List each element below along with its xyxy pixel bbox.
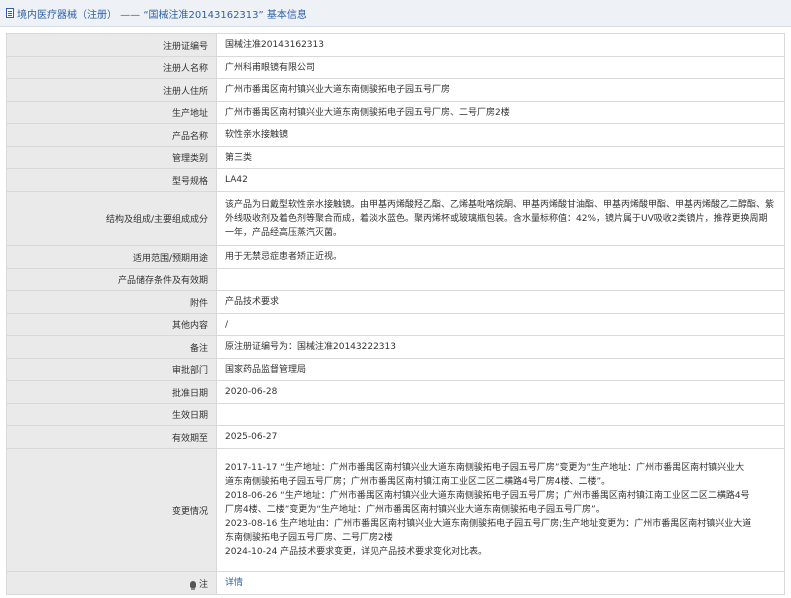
note-label: 注: [198, 579, 208, 590]
field-value: 广州科甫眼镜有限公司: [216, 56, 785, 79]
field-value: 2025-06-27: [216, 425, 785, 449]
field-label: 产品储存条件及有效期: [6, 268, 217, 291]
table-row: 审批部门 国家药品监督管理局: [6, 358, 785, 381]
field-value: [216, 403, 785, 426]
table-row: 产品储存条件及有效期: [6, 268, 785, 291]
field-value: [216, 268, 785, 291]
field-label: 生效日期: [6, 403, 217, 426]
field-label: 备注: [6, 335, 217, 359]
change-line: 2024-10-24 产品技术要求变更，详见产品技术要求变化对比表。: [225, 547, 488, 557]
table-row: 其他内容 /: [6, 313, 785, 336]
table-row: 注册人名称 广州科甫眼镜有限公司: [6, 56, 785, 79]
note-label-cell: 注: [6, 571, 217, 595]
changes-history: 2017-11-17 “生产地址：广州市番禺区南村镇兴业大道东南侧骏拓电子园五号…: [216, 448, 785, 572]
table-row: 注册人住所 广州市番禺区南村镇兴业大道东南侧骏拓电子园五号厂房: [6, 78, 785, 102]
field-label: 附件: [6, 290, 217, 314]
field-label: 审批部门: [6, 358, 217, 381]
field-label: 注册人名称: [6, 56, 217, 79]
field-value: 产品技术要求: [216, 290, 785, 314]
field-label: 型号规格: [6, 168, 217, 192]
lightbulb-icon: [189, 580, 196, 590]
table-row: 有效期至 2025-06-27: [6, 425, 785, 449]
field-value: LA42: [216, 168, 785, 192]
info-table: 注册证编号 国械注准20143162313 注册人名称 广州科甫眼镜有限公司 注册人住所…: [6, 33, 785, 595]
field-label: 生产地址: [6, 101, 217, 124]
field-value: 广州市番禺区南村镇兴业大道东南侧骏拓电子园五号厂房、二号厂房2楼: [216, 101, 785, 124]
details-link[interactable]: 详情: [225, 578, 243, 588]
table-row: 型号规格 LA42: [6, 168, 785, 192]
note-row: 注 详情: [6, 571, 785, 595]
page-title: 境内医疗器械（注册） —— “国械注准20143162313” 基本信息: [17, 9, 307, 21]
field-label: 管理类别: [6, 146, 217, 169]
field-label: 有效期至: [6, 425, 217, 449]
field-label: 适用范围/预期用途: [6, 245, 217, 269]
change-line: 东南侧骏拓电子园五号厂房、二号厂房2楼: [225, 533, 393, 543]
document-icon: [6, 8, 14, 18]
table-row: 附件 产品技术要求: [6, 290, 785, 314]
field-value: 国械注准20143162313: [216, 33, 785, 57]
field-label: 其他内容: [6, 313, 217, 336]
change-line: 2023-08-16 生产地址由：广州市番禺区南村镇兴业大道东南侧骏拓电子园五号…: [225, 519, 752, 529]
field-value: 软性亲水接触镜: [216, 123, 785, 147]
field-label: 注册人住所: [6, 78, 217, 102]
changes-label: 变更情况: [6, 448, 217, 572]
field-value: 用于无禁忌症患者矫正近视。: [216, 245, 785, 269]
table-row: 生产地址 广州市番禺区南村镇兴业大道东南侧骏拓电子园五号厂房、二号厂房2楼: [6, 101, 785, 124]
title-bar: 境内医疗器械（注册） —— “国械注准20143162313” 基本信息: [0, 0, 791, 27]
changes-row: 变更情况 2017-11-17 “生产地址：广州市番禺区南村镇兴业大道东南侧骏拓电…: [6, 448, 785, 572]
table-row: 结构及组成/主要组成成分 该产品为日戴型软性亲水接触镜。由甲基丙烯酸羟乙酯、乙烯基…: [6, 191, 785, 246]
table-row: 备注 原注册证编号为：国械注准20143222313: [6, 335, 785, 359]
change-line: 2017-11-17 “生产地址：广州市番禺区南村镇兴业大道东南侧骏拓电子园五号…: [225, 463, 745, 473]
field-value: 第三类: [216, 146, 785, 169]
field-label: 批准日期: [6, 380, 217, 404]
table-row: 适用范围/预期用途 用于无禁忌症患者矫正近视。: [6, 245, 785, 269]
table-row: 批准日期 2020-06-28: [6, 380, 785, 404]
field-label: 注册证编号: [6, 33, 217, 57]
change-line: 2018-06-26 “生产地址：广州市番禺区南村镇兴业大道东南侧骏拓电子园五号…: [225, 491, 750, 501]
field-label: 结构及组成/主要组成成分: [6, 191, 217, 246]
field-value: 该产品为日戴型软性亲水接触镜。由甲基丙烯酸羟乙酯、乙烯基吡咯烷酮、甲基丙烯酸甘油…: [216, 191, 785, 246]
note-value: 详情: [216, 571, 785, 595]
field-value: /: [216, 313, 785, 336]
change-line: 厂房4楼、二楼”变更为“生产地址：广州市番禺区南村镇兴业大道东南侧骏拓电子园五号…: [225, 505, 605, 515]
table-row: 产品名称 软性亲水接触镜: [6, 123, 785, 147]
table-row: 生效日期: [6, 403, 785, 426]
table-row: 注册证编号 国械注准20143162313: [6, 33, 785, 57]
field-label: 产品名称: [6, 123, 217, 147]
field-value: 广州市番禺区南村镇兴业大道东南侧骏拓电子园五号厂房: [216, 78, 785, 102]
change-line: 道东南侧骏拓电子园五号厂房；广州市番禺区南村镇江南工业区二区二横路4号厂房4楼、…: [225, 477, 611, 487]
table-row: 管理类别 第三类: [6, 146, 785, 169]
field-value: 原注册证编号为：国械注准20143222313: [216, 335, 785, 359]
field-value: 国家药品监督管理局: [216, 358, 785, 381]
field-value: 2020-06-28: [216, 380, 785, 404]
